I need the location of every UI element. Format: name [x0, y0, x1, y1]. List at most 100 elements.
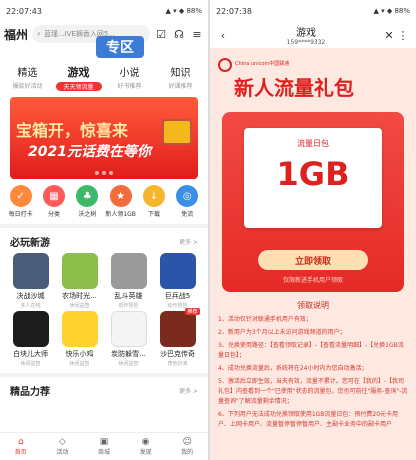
more-icon[interactable]: ⋮	[396, 29, 410, 42]
tab-knowledge[interactable]: 知识 好课推荐	[158, 64, 204, 91]
game-item[interactable]: 快乐小鸡 休闲益智	[57, 311, 102, 367]
menu-icon[interactable]: ≡	[190, 28, 204, 41]
game-category: 动作冒险	[118, 303, 139, 309]
quick-label: 下载	[147, 211, 160, 218]
game-name: 沙巴克传奇	[160, 350, 195, 358]
section-header-recommended: 精品力荐 更多 >	[0, 377, 208, 402]
status-time: 22:07:38	[216, 6, 252, 16]
page-header: ‹ 游戏 159****9332 ✕ ⋮	[210, 22, 416, 48]
status-time: 22:07:43	[6, 6, 42, 16]
battery-level: 88%	[186, 7, 202, 15]
nav-label: 商城	[97, 449, 110, 456]
nav-label: 我的	[181, 449, 194, 456]
status-icons: ▲ ▾ ◆ 88%	[165, 7, 202, 15]
category-icon: ▦	[42, 185, 65, 207]
close-icon[interactable]: ✕	[382, 29, 396, 42]
rules-section: 领取说明 1、活动仅针对联通手机用户有效； 2、新用户为3个月以上未访问游戏频道…	[210, 300, 416, 433]
left-phone-screen: 22:07:43 ▲ ▾ ◆ 88% 福州 ⌕ 蓝瑾...IVE摘香入网5...…	[0, 0, 208, 460]
rule-item: 2、新用户为3个月以上未访问游戏频道的用户；	[218, 329, 346, 336]
tab-sublabel: 好书推荐	[117, 83, 142, 90]
game-category: 休闲益智	[69, 303, 90, 309]
free-data-icon: ◎	[176, 185, 199, 207]
logo-text: China unicom中国联通	[235, 61, 290, 68]
page-title: 游戏	[296, 28, 316, 39]
tab-label: 游戏	[67, 66, 90, 79]
header-titles: 游戏 159****9332	[230, 24, 382, 46]
game-thumbnail	[61, 253, 98, 289]
status-bar: 22:07:43 ▲ ▾ ◆ 88%	[0, 0, 208, 22]
game-item[interactable]: 炭防躲雪... 休闲益智	[106, 311, 151, 367]
nav-label: 活动	[56, 449, 69, 456]
game-category: 多人在线	[20, 303, 41, 309]
tree-icon: ♣	[76, 185, 99, 207]
discover-icon: ◉	[141, 437, 150, 447]
phone-number: 159****9332	[286, 39, 326, 46]
nav-mine[interactable]: ☺ 我的	[169, 437, 205, 456]
category-tabs: 精选 爆款好活动 游戏 天天领流量 小说好书推荐 知识 好课推荐	[0, 64, 208, 91]
promo-title: 新人流量礼包	[234, 76, 354, 100]
tab-sublabel: 爆款好活动	[12, 83, 43, 90]
quick-entries: ✓ 每日打卡 ▦ 分类 ♣ 沃之树 ★ 新人领1GB ↓ 下载 ◎ 免流	[0, 179, 208, 218]
promo-subline: 2021元话费在等你	[28, 144, 151, 160]
game-thumbnail	[159, 253, 196, 289]
quick-daily-checkin[interactable]: ✓ 每日打卡	[4, 185, 37, 218]
tab-games[interactable]: 游戏 天天领流量	[55, 64, 102, 91]
quick-label: 新人领1GB	[105, 211, 136, 218]
more-link[interactable]: 更多 >	[179, 237, 198, 246]
tab-featured[interactable]: 精选 爆款好活动	[5, 64, 51, 91]
profile-icon: ☺	[182, 437, 192, 447]
quick-new-user-1gb[interactable]: ★ 新人领1GB	[104, 185, 137, 218]
recommend-badge: 推荐	[185, 308, 200, 315]
zone-banner[interactable]: 专区	[96, 36, 144, 58]
game-name: 决战沙城	[16, 292, 45, 300]
game-category: 角色扮演	[167, 361, 188, 367]
status-icons: ▲ ▾ ◆ 88%	[373, 7, 410, 15]
game-category: 休闲益智	[118, 361, 139, 367]
rule-item: 3、兑换使用路径：【查看领取记录】-【查看流量明细】-【兑换1GB流量日包】；	[218, 342, 404, 359]
more-link[interactable]: 更多 >	[179, 386, 198, 395]
game-name: 农场时光...	[62, 292, 97, 300]
carousel-dots	[95, 171, 113, 175]
section-header-new-games: 必玩新游 更多 >	[0, 228, 208, 253]
game-item[interactable]: 乱斗英雄 动作冒险	[106, 253, 151, 309]
download-icon: ↓	[142, 185, 165, 207]
unicom-logo-mark	[218, 58, 232, 72]
nav-home[interactable]: ⌂ 首页	[3, 437, 39, 456]
game-name: 乱斗英雄	[114, 292, 143, 300]
rules-title: 领取说明	[297, 301, 329, 310]
quick-label: 免流	[181, 211, 194, 218]
game-item[interactable]: 农场时光... 休闲益智	[57, 253, 102, 309]
nav-label: 首页	[14, 449, 27, 456]
headset-icon[interactable]: ☊	[172, 28, 186, 41]
nav-activity[interactable]: ◇ 活动	[44, 437, 80, 456]
promo-headline: 宝箱开，惊喜来	[16, 121, 129, 140]
nav-label: 发现	[139, 449, 152, 456]
calendar-check-icon[interactable]: ☑	[154, 28, 168, 41]
rule-item: 4、成功兑换流量后，系统将在24小时内为您自动激活；	[218, 365, 368, 372]
back-icon[interactable]: ‹	[216, 29, 230, 42]
data-pack-card: 流量日包 1GB	[244, 128, 382, 228]
card-label: 流量日包	[297, 139, 329, 148]
game-thumbnail	[61, 311, 98, 347]
quick-category[interactable]: ▦ 分类	[37, 185, 70, 218]
city-selector[interactable]: 福州	[4, 26, 28, 43]
quick-label: 沃之树	[78, 211, 97, 218]
rule-item: 6、下列用户无法成功兑换领取使用1GB流量日包：预付费20元卡用户、上网卡用户、…	[218, 411, 399, 428]
claim-button[interactable]: 立即领取	[258, 250, 368, 270]
nav-discover[interactable]: ◉ 发现	[128, 437, 164, 456]
promo-banner[interactable]: 宝箱开，惊喜来 2021元话费在等你	[10, 97, 198, 179]
game-item[interactable]: 决战沙城 多人在线	[8, 253, 53, 309]
tab-label: 知识	[170, 68, 191, 79]
tab-label: 小说	[119, 68, 140, 79]
game-item[interactable]: 巨兵战5 动作冒险	[155, 253, 200, 309]
game-grid: 决战沙城多人在线 农场时光... 休闲益智 乱斗英雄动作冒险 巨兵战5 动作冒险 白…	[0, 253, 208, 367]
tab-novels[interactable]: 小说 好书推荐	[107, 64, 153, 91]
quick-free-data[interactable]: ◎ 免流	[171, 185, 204, 218]
card-value: 1GB	[276, 155, 350, 193]
game-item[interactable]: 推荐沙巴克传奇角色扮演	[155, 308, 200, 367]
quick-tree[interactable]: ♣ 沃之树	[71, 185, 104, 218]
game-thumbnail	[12, 253, 49, 289]
nav-mall[interactable]: ▣ 商城	[86, 437, 122, 456]
quick-download[interactable]: ↓ 下载	[137, 185, 170, 218]
game-item[interactable]: 白块儿大师 休闲益智	[8, 311, 53, 367]
